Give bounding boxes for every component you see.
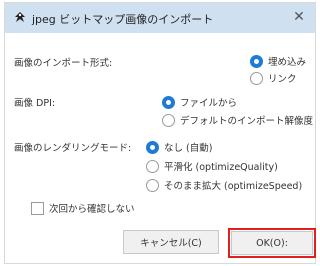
option-label: デフォルトのインポート解像度: [180, 116, 314, 127]
import-type-label: 画像のインポート形式:: [14, 58, 113, 69]
option-label: そのまま拡大 (optimizeSpeed): [164, 181, 303, 192]
import-type-embed-option[interactable]: 埋め込み: [250, 54, 306, 68]
checkbox[interactable]: [31, 201, 44, 215]
inkscape-app-icon: [13, 11, 27, 25]
rendering-smooth-option[interactable]: 平滑化 (optimizeQuality): [146, 159, 278, 173]
rendering-mode-label: 画像のレンダリングモード:: [14, 143, 132, 154]
radio-button[interactable]: [146, 159, 159, 173]
option-label: 平滑化 (optimizeQuality): [164, 162, 278, 173]
title-bar: jpeg ビットマップ画像のインポート ✕: [5, 3, 315, 33]
radio-button[interactable]: [162, 113, 175, 127]
radio-button[interactable]: [146, 178, 159, 192]
window-title: jpeg ビットマップ画像のインポート: [32, 13, 214, 26]
rendering-blocky-option[interactable]: そのまま拡大 (optimizeSpeed): [146, 178, 302, 192]
option-label: 次回から確認しない: [49, 204, 135, 215]
dont-ask-again-option[interactable]: 次回から確認しない: [31, 201, 135, 215]
dpi-default-option[interactable]: デフォルトのインポート解像度: [162, 113, 313, 127]
import-dialog: jpeg ビットマップ画像のインポート ✕ 画像のインポート形式: 埋め込み リ…: [4, 2, 316, 264]
import-type-link-option[interactable]: リンク: [250, 71, 297, 85]
cancel-button[interactable]: キャンセル(C): [123, 230, 219, 254]
close-icon[interactable]: ✕: [291, 9, 307, 25]
radio-button[interactable]: [250, 71, 263, 85]
dpi-from-file-option[interactable]: ファイルから: [162, 95, 237, 109]
option-label: ファイルから: [180, 98, 238, 109]
option-label: 埋め込み: [268, 57, 307, 68]
ok-button-highlight: [228, 228, 316, 258]
rendering-none-option[interactable]: なし (自動): [146, 140, 212, 154]
radio-button-checked[interactable]: [146, 140, 159, 154]
option-label: なし (自動): [164, 143, 213, 154]
dpi-label: 画像 DPI:: [14, 98, 56, 109]
radio-button-checked[interactable]: [250, 54, 263, 68]
option-label: リンク: [268, 74, 297, 85]
radio-button-checked[interactable]: [162, 95, 175, 109]
